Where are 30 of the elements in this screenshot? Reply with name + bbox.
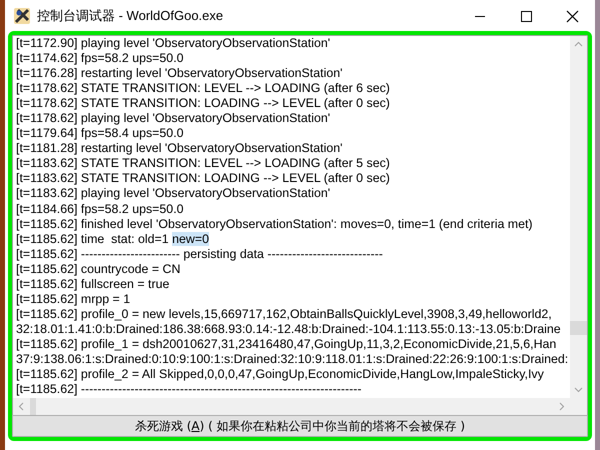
log-line: [t=1183.62] STATE TRANSITION: LOADING --> LEVEL (after 0 sec) [16, 171, 391, 186]
log-line: 32:18.01:1.41:0:b:Drained:186.38:668.93:0.14:-12.48:b:Drained:-104.1:113.55:0.13:-13.05:b:Draine [16, 322, 562, 337]
log-line: [t=1185.62] profile_0 = new levels,15,669717,162,ObtainBallsQuicklyLevel,3908,3,49,helloworld2, [16, 306, 553, 322]
log-line: [t=1181.28] restarting level 'ObservatoryObservationStation' [16, 141, 344, 156]
log-line: [t=1185.62] profile_1 = dsh20010627,31,23416480,47,GoingUp,11,3,2,EconomicDivide,21,5,6,Han [16, 336, 558, 352]
log-line: [t=1185.62] finished level 'ObservatoryObservationStation': moves=0, time=1 (end criteria met) [16, 216, 534, 232]
scrollbar-thumb[interactable] [30, 398, 36, 415]
log-line: [t=1185.62] mrpp = 1 [16, 292, 132, 307]
scrollbar-thumb[interactable] [570, 321, 587, 335]
log-line: [t=1176.28] restarting level 'ObservatoryObservationStation' [16, 66, 344, 82]
selected-text: new=0 [172, 232, 209, 246]
log-line: [t=1185.62] fullscreen = true [16, 276, 170, 292]
log-line: [t=1185.62] -------------------------------------------------------------------- [16, 382, 362, 398]
log-line: [t=1184.66] fps=58.2 ups=50.0 [16, 202, 185, 217]
log-line: [t=1185.62] countrycode = CN [16, 262, 182, 277]
log-line: [t=1185.62] time stat: old=1 new=0 [16, 232, 210, 247]
log-line: [t=1178.62] STATE TRANSITION: LEVEL --> LOADING (after 6 sec) [16, 81, 391, 96]
log-line: [t=1179.64] fps=58.4 ups=50.0 [16, 126, 185, 142]
log-line: [t=1183.62] playing level 'ObservatoryObservationStation' [16, 186, 332, 202]
log-line: [t=1183.62] STATE TRANSITION: LEVEL --> LOADING (after 5 sec) [16, 156, 391, 172]
log-line: [t=1185.62] ------------------------ persisting data ---------------------------- [16, 246, 384, 262]
app-icon [13, 6, 31, 24]
log-line: [t=1172.90] playing level 'ObservatoryObservationStation' [16, 36, 332, 52]
log-line: [t=1178.62] playing level 'ObservatoryObservationStation' [16, 111, 332, 126]
log-line: [t=1178.62] STATE TRANSITION: LOADING --> LEVEL (after 0 sec) [16, 96, 391, 112]
kill-game-button[interactable]: 杀死游戏 (A) ( 如果你在粘粘公司中你当前的塔将不会被保存 ) [12, 415, 588, 437]
log-line: 37:9:138.06:1:s:Drained:0:10:9:100:1:s:Drained:32:10:9:118.01:1:s:Drained:22:26:9:100:1:s:Drained: [16, 352, 570, 368]
log-line: [t=1174.62] fps=58.2 ups=50.0 [16, 51, 185, 66]
window-title: 控制台调试器 - WorldOfGoo.exe [37, 6, 224, 24]
log-line: [t=1185.62] profile_2 = All Skipped,0,0,0,47,GoingUp,EconomicDivide,HangLow,ImpaleSticky,Ivy [16, 367, 545, 382]
